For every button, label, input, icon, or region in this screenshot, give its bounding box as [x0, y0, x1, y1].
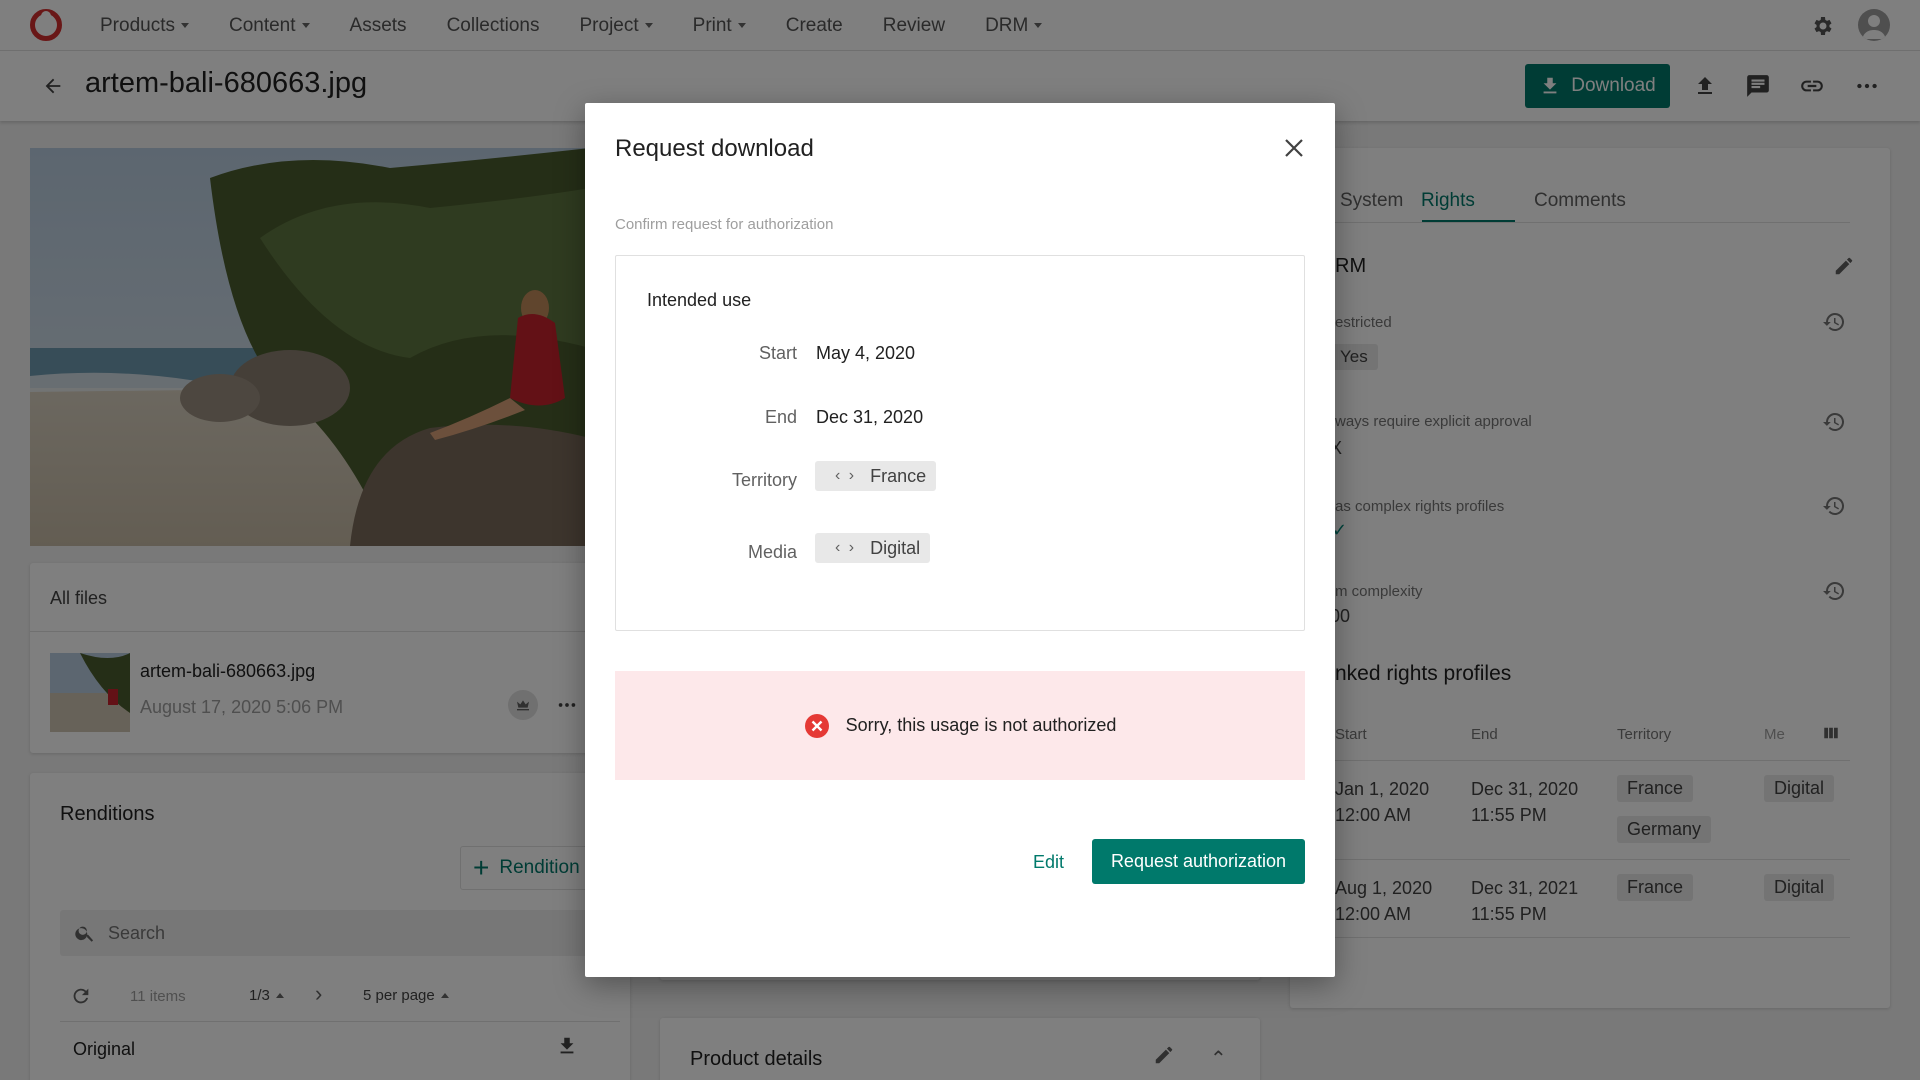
request-authorization-button[interactable]: Request authorization [1092, 839, 1305, 884]
media-value: Digital [870, 537, 921, 558]
intended-use-title: Intended use [647, 290, 752, 310]
dialog-title: Request download [615, 135, 814, 162]
territory-label: Territory [731, 470, 797, 490]
end-value: Dec 31, 2020 [816, 407, 924, 427]
code-brackets-icon: ‹ › [835, 467, 857, 484]
close-dialog-button[interactable] [1279, 133, 1309, 163]
dialog-subtitle: Confirm request for authorization [615, 216, 834, 233]
media-label: Media [747, 542, 797, 562]
territory-chip: ‹ › France [815, 461, 937, 491]
error-message: Sorry, this usage is not authorized [845, 715, 1117, 735]
error-icon [804, 713, 829, 738]
request-download-dialog: Request download Confirm request for aut… [585, 103, 1335, 977]
code-brackets-icon: ‹ › [835, 539, 857, 556]
intended-use-panel: Intended use Start May 4, 2020 End Dec 3… [615, 255, 1305, 631]
error-banner: Sorry, this usage is not authorized [615, 671, 1305, 780]
media-chip: ‹ › Digital [815, 533, 931, 563]
close-icon [1285, 139, 1303, 157]
end-label: End [764, 407, 797, 427]
territory-value: France [870, 465, 927, 486]
start-value: May 4, 2020 [816, 343, 916, 363]
start-label: Start [758, 343, 797, 363]
edit-button[interactable]: Edit [1033, 852, 1064, 873]
